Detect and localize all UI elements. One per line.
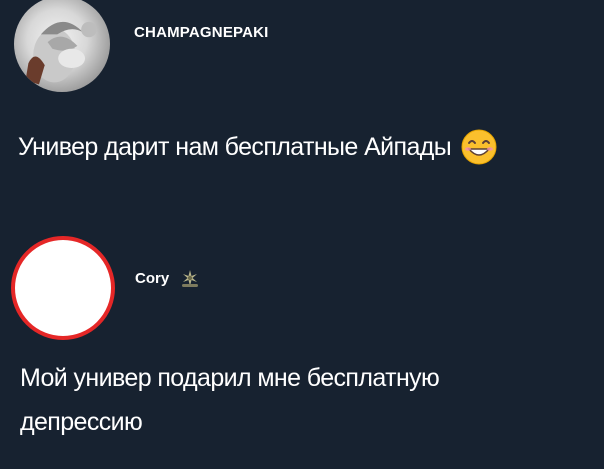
username-row: Cory xyxy=(135,267,201,289)
username[interactable]: CHAMPAGNEPAKI xyxy=(134,24,269,41)
sparkle-badge-icon xyxy=(179,267,201,289)
post-text: Универ дарит нам бесплатные Айпады xyxy=(18,132,452,161)
profile-photo xyxy=(25,21,97,85)
avatar[interactable] xyxy=(14,0,110,92)
post-text-container: Универ дарит нам бесплатные Айпады xyxy=(18,127,499,167)
post-text: Мой универ подарил мне бесплатную депрес… xyxy=(20,364,440,436)
smiling-face-icon xyxy=(459,127,499,167)
username[interactable]: Cory xyxy=(135,270,169,287)
avatar[interactable] xyxy=(11,236,115,340)
